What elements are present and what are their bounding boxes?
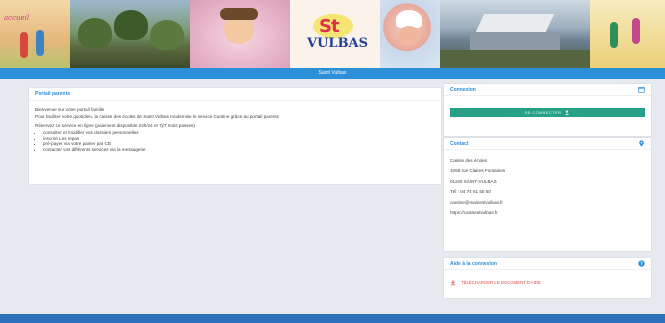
- banner-panel-children: accueil: [0, 0, 70, 68]
- school-lawn: [440, 50, 590, 68]
- site-logo[interactable]: St VULBAS: [305, 12, 369, 60]
- portal-card-header: Portail parents: [29, 88, 441, 101]
- footer-bar: [0, 314, 665, 323]
- child-figure: [610, 22, 618, 48]
- contact-card-body: Caisse des écoles 1058 rue Claires Fonta…: [444, 150, 651, 223]
- calendar-icon: [637, 86, 645, 94]
- banner-accueil-text: accueil: [4, 14, 30, 22]
- map-pin-icon: [637, 140, 645, 148]
- contact-title: Contact: [450, 140, 469, 147]
- child-figure: [36, 30, 44, 56]
- help-card: Aide à la connexion ? TÉLÉCHARGER LE DOC…: [444, 258, 651, 298]
- contact-card-header: Contact: [444, 138, 651, 150]
- connexion-card-header: Connexion: [444, 84, 651, 96]
- portal-intro: Pour faciliter votre quotidien, la caiss…: [35, 114, 279, 119]
- banner-panel-boy: [190, 0, 290, 68]
- tree-shape: [114, 10, 148, 40]
- portal-title: Portail parents: [35, 91, 71, 97]
- download-icon: [450, 279, 456, 285]
- header-banner: accueil St VULBAS: [0, 0, 665, 68]
- portal-welcome: Bienvenue sur votre portail famille: [35, 107, 105, 112]
- logo-st-text: St: [319, 16, 340, 37]
- contact-line: Caisse des écoles: [450, 158, 488, 163]
- contact-address: 1058 rue Claires Fontaines: [450, 168, 506, 174]
- banner-panel-trees: [70, 0, 190, 68]
- child-figure: [20, 32, 28, 58]
- chef-face: [398, 26, 420, 46]
- download-help-label: TÉLÉCHARGER LE DOCUMENT D'AIDE: [461, 279, 541, 285]
- school-roof: [475, 14, 555, 32]
- child-figure: [632, 18, 640, 44]
- tree-shape: [78, 18, 112, 48]
- portal-card-body: Bienvenue sur votre portail famille Pour…: [29, 101, 441, 157]
- banner-panel-drawing: [590, 0, 665, 68]
- help-title: Aide à la connexion: [450, 260, 497, 267]
- portal-subtitle: Réservez ce service en ligne (paiement d…: [35, 123, 195, 128]
- banner-panel-chef: [380, 0, 440, 68]
- contact-website[interactable]: https://caissestvulbas.fr: [450, 208, 645, 218]
- connect-button[interactable]: SE CONNECTER: [450, 108, 645, 117]
- user-icon: [564, 110, 570, 116]
- connexion-card: Connexion SE CONNECTER: [444, 84, 651, 136]
- contact-city: 01150 SAINT-VULBAS: [450, 178, 497, 184]
- contact-card: Contact Caisse des écoles 1058 rue Clair…: [444, 138, 651, 251]
- download-help-link[interactable]: TÉLÉCHARGER LE DOCUMENT D'AIDE: [450, 279, 645, 285]
- logo-vulbas-text: VULBAS: [307, 36, 369, 51]
- boy-hair: [220, 8, 258, 20]
- contact-phone: Tél : 04 74 61 50 50: [450, 189, 491, 195]
- connect-button-label: SE CONNECTER: [524, 110, 562, 115]
- help-card-header: Aide à la connexion ?: [444, 258, 651, 270]
- portal-feature-list: consulter et modifier vos dossiers perso…: [35, 130, 435, 152]
- tree-shape: [150, 20, 184, 50]
- portal-card: Portail parents Bienvenue sur votre port…: [29, 88, 441, 184]
- site-title: Saint Vulbas: [318, 70, 347, 76]
- help-circle-icon: ?: [637, 260, 645, 268]
- connexion-title: Connexion: [450, 86, 476, 93]
- contact-email[interactable]: cantine@mairiestvulbas.fr: [450, 198, 645, 208]
- banner-panel-school: [440, 0, 590, 68]
- list-item: contacter vos différents services via la…: [43, 147, 435, 153]
- site-title-bar: Saint Vulbas: [0, 68, 665, 79]
